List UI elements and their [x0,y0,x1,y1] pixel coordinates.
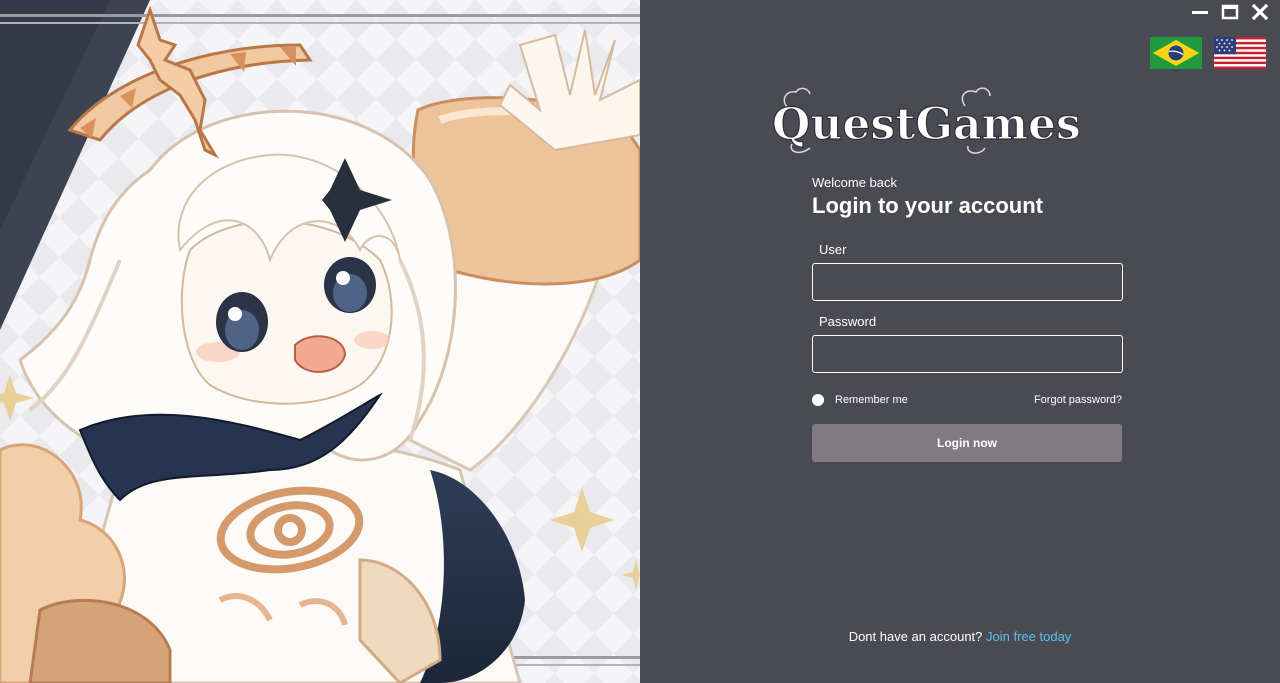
signup-text: Dont have an account? [848,629,983,644]
quest-games-logo: QuestGames [771,87,1081,154]
remember-me-radio[interactable] [812,394,824,406]
signup-prompt: Dont have an account? Join free today [640,629,1280,644]
brazil-flag-icon[interactable] [1150,37,1202,69]
login-form: Welcome back Login to your account User … [812,175,1123,462]
language-selector [1150,37,1266,69]
login-window: QuestGames Welcome back Login to your ac… [0,0,1280,683]
logo-text: QuestGames [772,99,1081,150]
form-options: Remember me Forgot password? [812,394,1122,406]
password-input[interactable] [812,335,1123,373]
remember-me-toggle[interactable]: Remember me [812,394,908,406]
login-button[interactable]: Login now [812,424,1122,462]
user-input[interactable] [812,263,1123,301]
login-panel: QuestGames Welcome back Login to your ac… [640,0,1280,683]
user-label: User [819,242,847,257]
usa-flag-icon[interactable] [1214,37,1266,69]
remember-me-label: Remember me [835,394,908,406]
maximize-icon [1221,4,1239,20]
close-button[interactable] [1248,2,1272,22]
maximize-button[interactable] [1218,2,1242,22]
minimize-button[interactable] [1188,2,1212,22]
close-icon [1252,4,1268,20]
welcome-text: Welcome back [812,175,898,190]
join-free-link[interactable]: Join free today [986,629,1071,644]
password-label: Password [819,314,877,329]
minimize-icon [1192,11,1208,14]
hero-artwork [0,0,640,683]
window-controls [1188,2,1272,22]
forgot-password-link[interactable]: Forgot password? [1034,394,1122,406]
page-title: Login to your account [812,193,1043,218]
